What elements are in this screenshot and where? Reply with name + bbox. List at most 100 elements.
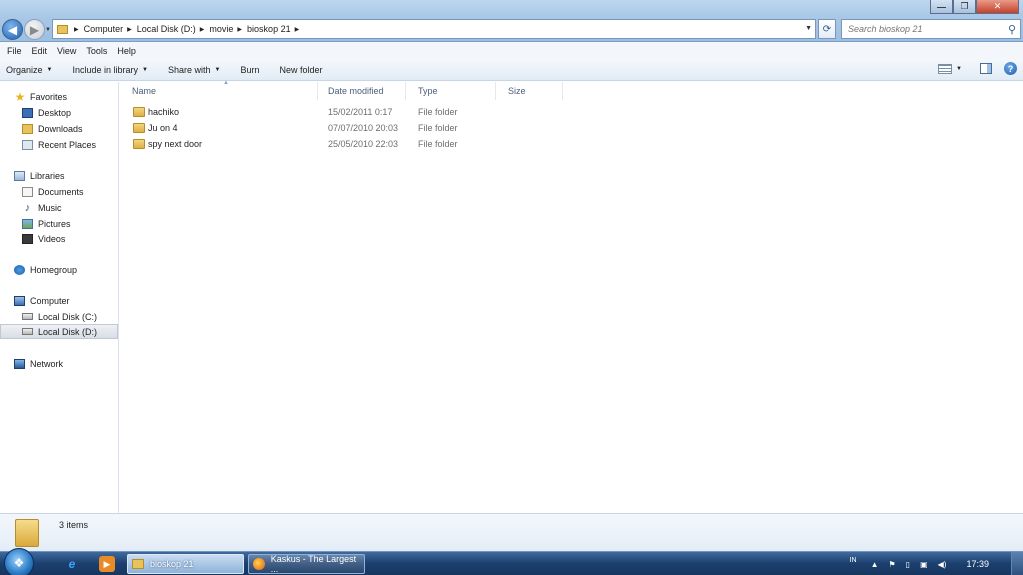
documents-icon (22, 186, 33, 197)
internet-explorer-icon[interactable]: e (64, 556, 80, 572)
nav-videos[interactable]: Videos (22, 231, 118, 246)
volume-icon[interactable]: ◀) (938, 560, 947, 569)
nav-downloads[interactable]: Downloads (22, 121, 118, 136)
menu-tools[interactable]: Tools (81, 46, 112, 56)
nav-favorites[interactable]: ★ Favorites (14, 89, 118, 104)
taskbar-firefox-button[interactable]: Kaskus - The Largest ... (248, 554, 365, 574)
sort-ascending-icon: ▲ (223, 80, 229, 86)
show-hidden-icons-icon[interactable]: ▲ (871, 560, 879, 569)
include-in-library-button[interactable]: Include in library ▼ (72, 65, 147, 75)
drive-icon (22, 313, 33, 320)
firefox-icon (253, 558, 265, 570)
minimize-button[interactable]: — (930, 0, 953, 14)
nav-desktop[interactable]: Desktop (22, 105, 118, 120)
folder-icon (132, 559, 144, 569)
breadcrumb-separator-icon[interactable]: ▶ (74, 26, 79, 33)
nav-label: Local Disk (D:) (38, 326, 98, 337)
file-type: File folder (418, 107, 458, 117)
action-center-icon[interactable]: ⚑ (889, 560, 896, 569)
view-controls: ▼ ? (938, 62, 1017, 75)
battery-icon[interactable]: ▯ (906, 560, 910, 569)
column-header-size[interactable]: Size (496, 82, 563, 100)
nav-local-disk-c[interactable]: Local Disk (C:) (22, 309, 118, 324)
chevron-down-icon[interactable]: ▼ (956, 66, 962, 72)
media-player-icon[interactable]: ▶ (99, 556, 115, 572)
language-indicator[interactable]: IN (850, 557, 857, 564)
column-header-label: Name (132, 86, 157, 96)
table-row[interactable]: spy next door 25/05/2010 22:03 File fold… (120, 137, 720, 152)
breadcrumb-local-disk-d[interactable]: Local Disk (D:) (137, 24, 196, 34)
breadcrumb-computer[interactable]: Computer (84, 24, 124, 34)
nav-label: Favorites (30, 91, 68, 102)
chevron-down-icon: ▼ (214, 66, 221, 73)
share-with-button[interactable]: Share with ▼ (168, 65, 220, 75)
nav-homegroup[interactable]: Homegroup (14, 262, 118, 277)
nav-recent-places[interactable]: Recent Places (22, 137, 118, 152)
search-input[interactable] (848, 24, 998, 34)
chevron-down-icon: ▼ (46, 66, 53, 73)
burn-button[interactable]: Burn (240, 65, 259, 75)
breadcrumb-separator-icon[interactable]: ▶ (127, 26, 132, 33)
nav-local-disk-d[interactable]: Local Disk (D:) (0, 324, 118, 339)
computer-icon (14, 295, 25, 306)
nav-network[interactable]: Network (14, 356, 118, 371)
windows-logo-icon: ❖ (13, 556, 25, 570)
forward-arrow-icon: ▶ (29, 22, 40, 37)
desktop-icon (22, 107, 33, 118)
change-view-icon[interactable] (938, 63, 953, 74)
nav-label: Local Disk (C:) (38, 311, 98, 322)
table-row[interactable]: Ju on 4 07/07/2010 20:03 File folder (120, 121, 720, 136)
file-type: File folder (418, 139, 458, 149)
taskbar-explorer-button[interactable]: bioskop 21 (127, 554, 244, 574)
nav-label: Documents (38, 186, 84, 197)
network-status-icon[interactable]: ▣ (920, 560, 928, 569)
menu-view[interactable]: View (52, 46, 81, 56)
start-button[interactable]: ❖ (4, 548, 34, 575)
nav-pictures[interactable]: Pictures (22, 216, 118, 231)
nav-music[interactable]: ♪ Music (22, 200, 118, 215)
close-button[interactable]: ✕ (976, 0, 1019, 14)
preview-pane-icon[interactable] (980, 63, 992, 74)
menu-edit[interactable]: Edit (27, 46, 53, 56)
menu-file[interactable]: File (2, 46, 27, 56)
back-arrow-icon: ◀ (7, 22, 18, 37)
share-with-label: Share with (167, 64, 211, 75)
menu-help[interactable]: Help (112, 46, 141, 56)
forward-button[interactable]: ▶ (24, 19, 45, 40)
nav-computer[interactable]: Computer (14, 293, 118, 308)
nav-libraries[interactable]: Libraries (14, 168, 118, 183)
maximize-button[interactable]: ❐ (953, 0, 976, 14)
column-headers: ▲ Name Date modified Type Size (120, 80, 1023, 100)
file-type: File folder (418, 123, 458, 133)
table-row[interactable]: hachiko 15/02/2011 0:17 File folder (120, 105, 720, 120)
column-header-date-modified[interactable]: Date modified (316, 82, 406, 100)
breadcrumb-separator-icon[interactable]: ▶ (237, 26, 242, 33)
breadcrumb-movie[interactable]: movie (209, 24, 233, 34)
file-date: 25/05/2010 22:03 (328, 139, 399, 149)
nav-label: Music (38, 202, 62, 213)
nav-label: Libraries (30, 170, 65, 181)
column-header-type[interactable]: Type (406, 82, 496, 100)
recent-pages-dropdown[interactable]: ▼ (45, 27, 51, 33)
show-desktop-button[interactable] (1011, 552, 1023, 575)
file-date: 07/07/2010 20:03 (328, 123, 399, 133)
nav-documents[interactable]: Documents (22, 184, 118, 199)
clock[interactable]: 17:39 (966, 559, 989, 569)
organize-button[interactable]: Organize ▼ (6, 65, 52, 75)
search-icon[interactable]: ⚲ (1008, 23, 1016, 36)
address-bar[interactable]: ▶ Computer ▶ Local Disk (D:) ▶ movie ▶ b… (52, 19, 816, 39)
refresh-button[interactable]: ⟳ (818, 19, 836, 39)
help-icon[interactable]: ? (1004, 62, 1017, 75)
address-dropdown-icon[interactable]: ▼ (805, 25, 812, 32)
nav-label: Videos (38, 233, 66, 244)
breadcrumb-separator-icon[interactable]: ▶ (200, 26, 205, 33)
breadcrumb-bioskop-21[interactable]: bioskop 21 (247, 24, 291, 34)
new-folder-button[interactable]: New folder (279, 65, 322, 75)
breadcrumb-separator-icon[interactable]: ▶ (295, 26, 300, 33)
libraries-icon (14, 170, 25, 181)
star-icon: ★ (14, 89, 26, 104)
search-box[interactable]: ⚲ (841, 19, 1021, 39)
window-controls: — ❐ ✕ (930, 0, 1019, 14)
column-header-name[interactable]: ▲ Name (120, 80, 318, 100)
back-button[interactable]: ◀ (2, 19, 23, 40)
